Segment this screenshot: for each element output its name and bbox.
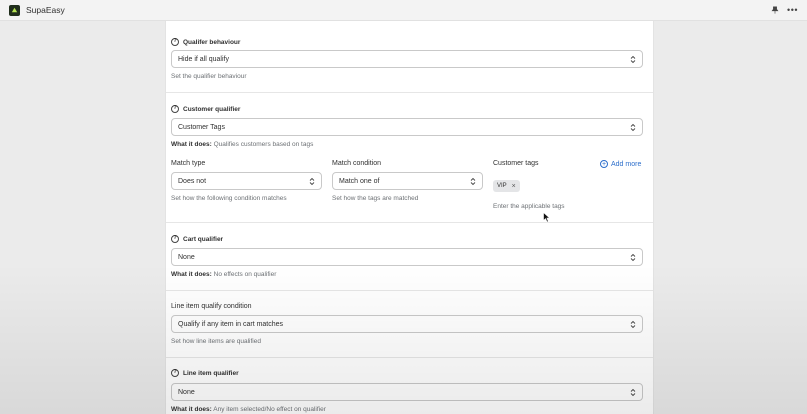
customer-tags-help: Enter the applicable tags	[493, 203, 565, 210]
cart-qualifier-description: What it does: No effects on qualifier	[171, 271, 277, 278]
select-chevron-icon	[630, 55, 636, 64]
customer-qualifier-section: ? Customer qualifier Customer Tags What …	[166, 93, 653, 223]
pin-icon[interactable]	[771, 6, 779, 14]
select-chevron-icon	[630, 320, 636, 329]
more-options-icon[interactable]: •••	[787, 5, 798, 15]
select-chevron-icon	[630, 388, 636, 397]
question-circle-icon: ?	[171, 105, 179, 113]
app-header: SupaEasy •••	[0, 0, 807, 21]
qualifier-behaviour-heading: ? Qualifer behaviour	[171, 38, 240, 46]
question-circle-icon: ?	[171, 38, 179, 46]
question-circle-icon: ?	[171, 235, 179, 243]
match-condition-label: Match condition	[332, 160, 382, 167]
line-item-condition-help: Set how line items are qualified	[171, 338, 261, 345]
qualifier-behaviour-select[interactable]: Hide if all qualify	[171, 50, 643, 68]
line-item-qualifier-heading: ? Line item qualifier	[171, 369, 239, 377]
line-item-condition-label: Line item qualify condition	[171, 303, 252, 310]
customer-qualifier-heading: ? Customer qualifier	[171, 105, 240, 113]
line-item-condition-select[interactable]: Qualify if any item in cart matches	[171, 315, 643, 333]
select-chevron-icon	[470, 177, 476, 186]
line-item-qualifier-section: ? Line item qualifier None What it does:…	[166, 358, 653, 414]
line-item-condition-section: Line item qualify condition Qualify if a…	[166, 291, 653, 358]
match-type-select[interactable]: Does not	[171, 172, 322, 190]
qualifier-behaviour-help: Set the qualifier behaviour	[171, 73, 247, 80]
match-condition-select[interactable]: Match one of	[332, 172, 483, 190]
match-type-label: Match type	[171, 160, 206, 167]
settings-panel: ? Qualifer behaviour Hide if all qualify…	[165, 21, 654, 414]
select-chevron-icon	[630, 123, 636, 132]
line-item-qualifier-select[interactable]: None	[171, 383, 643, 401]
customer-qualifier-description: What it does: Qualifies customers based …	[171, 141, 314, 148]
add-more-tags-button[interactable]: + Add more	[600, 160, 641, 168]
app-logo-icon	[9, 4, 20, 16]
question-circle-icon: ?	[171, 369, 179, 377]
cart-qualifier-select[interactable]: None	[171, 248, 643, 266]
cart-qualifier-heading: ? Cart qualifier	[171, 235, 223, 243]
customer-tag-chip: VIP ×	[493, 180, 520, 192]
line-item-qualifier-description: What it does: Any item selected/No effec…	[171, 406, 326, 413]
customer-tags-label: Customer tags	[493, 160, 539, 167]
cart-qualifier-section: ? Cart qualifier None What it does: No e…	[166, 223, 653, 291]
select-chevron-icon	[630, 253, 636, 262]
qualifier-behaviour-section: ? Qualifer behaviour Hide if all qualify…	[166, 21, 653, 93]
match-condition-help: Set how the tags are matched	[332, 195, 419, 202]
mouse-cursor-icon	[543, 212, 551, 223]
plus-circle-icon: +	[600, 160, 608, 168]
remove-tag-icon[interactable]: ×	[512, 183, 516, 190]
app-title: SupaEasy	[26, 5, 65, 15]
customer-qualifier-select[interactable]: Customer Tags	[171, 118, 643, 136]
select-chevron-icon	[309, 177, 315, 186]
match-type-help: Set how the following condition matches	[171, 195, 287, 202]
